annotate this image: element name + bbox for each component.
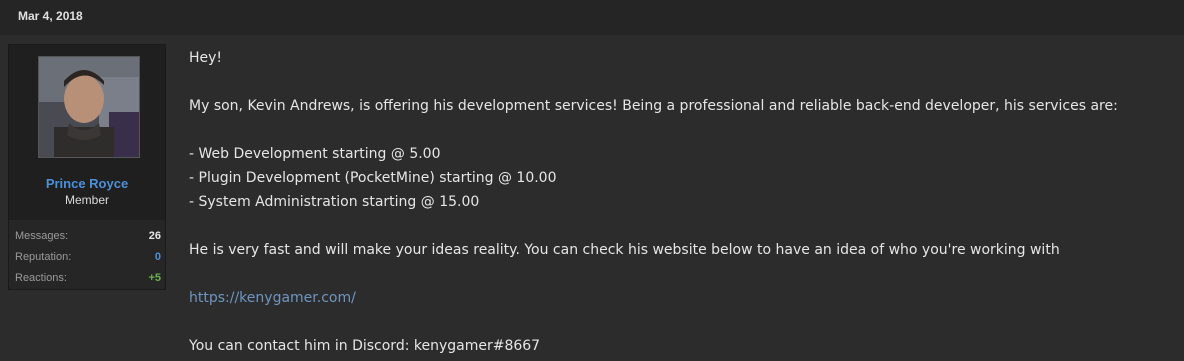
stat-label: Reactions: xyxy=(15,272,67,284)
stat-value[interactable]: 0 xyxy=(155,251,161,263)
avatar[interactable] xyxy=(38,56,140,158)
stat-reactions: Reactions: +5 xyxy=(15,272,161,292)
service-item: - Plugin Development (PocketMine) starti… xyxy=(189,170,557,186)
stat-reputation: Reputation: 0 xyxy=(15,251,161,271)
stat-value[interactable]: 26 xyxy=(149,230,161,242)
message-intro: My son, Kevin Andrews, is offering his d… xyxy=(189,98,1118,114)
username[interactable]: Prince Royce xyxy=(9,176,165,191)
avatar-image xyxy=(39,57,139,157)
stat-value[interactable]: +5 xyxy=(148,272,161,284)
user-info-panel: Prince Royce Member Messages: 26 Reputat… xyxy=(8,44,166,290)
message-pitch: He is very fast and will make your ideas… xyxy=(189,242,1060,258)
user-title: Member xyxy=(64,193,109,207)
stat-messages: Messages: 26 xyxy=(15,230,161,250)
stat-label: Reputation: xyxy=(15,251,72,263)
service-item: - Web Development starting @ 5.00 xyxy=(189,146,441,162)
message-greeting: Hey! xyxy=(189,50,223,66)
post-header-bar: Mar 4, 2018 xyxy=(0,0,1184,35)
message-contact: You can contact him in Discord: kenygame… xyxy=(189,338,541,354)
stat-label: Messages: xyxy=(15,230,69,242)
website-link[interactable]: https://kenygamer.com/ xyxy=(189,290,356,306)
post-date[interactable]: Mar 4, 2018 xyxy=(18,9,83,23)
service-item: - System Administration starting @ 15.00 xyxy=(189,194,480,210)
user-stats: Messages: 26 Reputation: 0 Reactions: +5 xyxy=(9,220,165,289)
website-link-line: https://kenygamer.com/ xyxy=(189,290,356,306)
